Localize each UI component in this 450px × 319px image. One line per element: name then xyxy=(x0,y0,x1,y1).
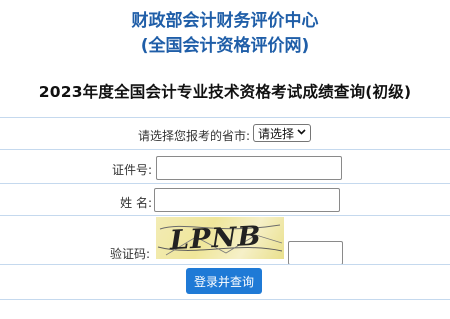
divider xyxy=(0,215,450,216)
id-number-input[interactable] xyxy=(156,156,342,180)
divider xyxy=(0,149,450,150)
province-label: 请选择您报考的省市: xyxy=(137,129,250,143)
divider xyxy=(0,264,450,265)
page-title: 2023年度全国会计专业技术资格考试成绩查询(初级) xyxy=(38,83,412,101)
divider xyxy=(0,183,450,184)
captcha-input[interactable] xyxy=(288,241,343,265)
province-select[interactable]: 请选择 xyxy=(253,124,311,142)
captcha-image[interactable]: LPNB xyxy=(156,217,284,259)
submit-button[interactable]: 登录并查询 xyxy=(186,268,262,294)
captcha-label: 验证码: xyxy=(109,247,150,261)
province-select-value: 请选择 xyxy=(258,126,295,141)
divider xyxy=(0,117,450,118)
name-input[interactable] xyxy=(154,188,340,212)
chevron-down-icon xyxy=(297,128,306,138)
divider xyxy=(0,299,450,300)
org-name-line2: (全国会计资格评价网) xyxy=(140,36,310,56)
captcha-text: LPNB xyxy=(167,220,264,257)
name-label: 姓 名: xyxy=(120,196,152,210)
id-number-label: 证件号: xyxy=(111,163,152,177)
org-name-line1: 财政部会计财务评价中心 xyxy=(131,11,319,31)
